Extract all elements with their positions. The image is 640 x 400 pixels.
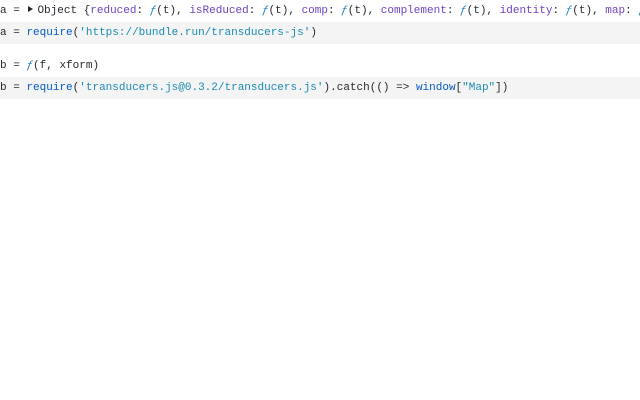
module-url-string: 'https://bundle.run/transducers-js' <box>79 27 311 39</box>
key-colon: : <box>248 5 262 17</box>
object-key: map <box>605 5 626 17</box>
key-colon: : <box>446 5 461 17</box>
var-name: b <box>0 60 7 72</box>
require-function: require <box>26 27 73 39</box>
object-entries: reduced: ƒ(t), isReduced: ƒ(t), comp: ƒ(… <box>90 5 640 17</box>
entry-separator: , <box>486 5 500 17</box>
catch-clause: ).catch(() => <box>323 82 416 94</box>
entry-separator: , <box>288 5 302 17</box>
object-key: isReduced <box>189 5 249 17</box>
function-signature: (f, xform) <box>33 60 100 72</box>
object-key: reduced <box>90 5 137 17</box>
equals-sign: = <box>13 5 20 17</box>
function-glyph[interactable]: ƒ <box>460 5 467 17</box>
require-function: require <box>26 82 73 94</box>
entry-separator: , <box>176 5 190 17</box>
expand-triangle-icon[interactable] <box>28 6 34 12</box>
cell-b-output: b = ƒ(f, xform) <box>0 55 640 77</box>
entry-separator: , <box>367 5 381 17</box>
object-key: identity <box>499 5 553 17</box>
entry-separator: , <box>592 5 606 17</box>
cell-b-input[interactable]: b = require('transducers.js@0.3.2/transd… <box>0 77 640 99</box>
var-name: a <box>0 5 7 17</box>
function-glyph[interactable]: ƒ <box>341 5 348 17</box>
function-args: (t) <box>572 5 593 17</box>
var-name: a <box>0 27 7 39</box>
key-colon: : <box>625 5 639 17</box>
object-type-label[interactable]: Object <box>37 5 77 17</box>
key-colon: : <box>136 5 150 17</box>
key-colon: : <box>327 5 342 17</box>
module-path-string: 'transducers.js@0.3.2/transducers.js' <box>79 82 324 94</box>
var-name: b <box>0 82 7 94</box>
object-key: comp <box>301 5 328 17</box>
function-glyph[interactable]: ƒ <box>262 5 269 17</box>
close-paren: ) <box>310 27 317 39</box>
key-colon: : <box>552 5 566 17</box>
function-args: (t) <box>268 5 289 17</box>
map-key-string: "Map" <box>462 82 496 94</box>
equals-sign: = <box>13 60 20 72</box>
cell-a-output: a = Object {reduced: ƒ(t), isReduced: ƒ(… <box>0 0 640 22</box>
function-args: (t) <box>347 5 368 17</box>
bracket-close: ]) <box>495 82 509 94</box>
window-identifier: window <box>415 82 456 94</box>
equals-sign: = <box>13 27 20 39</box>
function-args: (t) <box>156 5 177 17</box>
function-args: (t) <box>466 5 487 17</box>
cell-gap <box>0 44 640 55</box>
cell-a-input[interactable]: a = require('https://bundle.run/transduc… <box>0 22 640 44</box>
object-key: complement <box>380 5 447 17</box>
equals-sign: = <box>13 82 20 94</box>
